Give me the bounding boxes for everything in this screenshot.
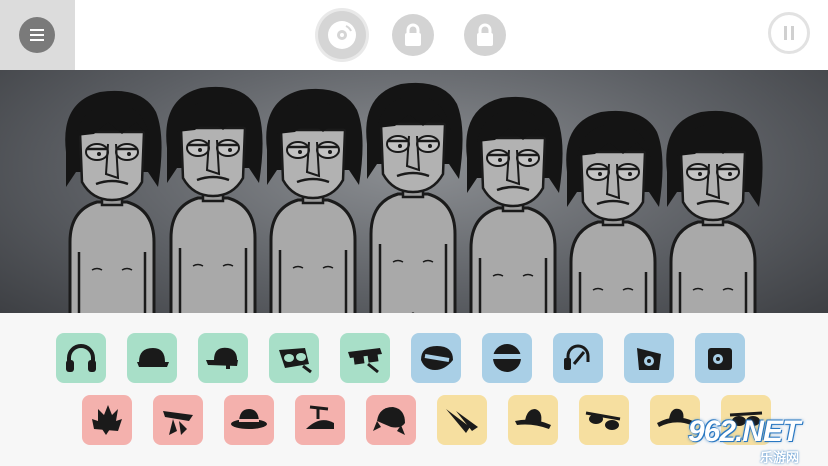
sound-icon-3d-glasses[interactable]	[340, 333, 390, 383]
sound-icon-feather[interactable]	[437, 395, 487, 445]
sound-icon-fedora[interactable]	[224, 395, 274, 445]
hamburger-icon	[30, 29, 44, 41]
top-bar	[0, 0, 828, 70]
performer[interactable]	[264, 87, 365, 313]
sound-icon-mask[interactable]	[482, 333, 532, 383]
performer[interactable]	[364, 81, 465, 313]
mask-icon	[493, 344, 521, 372]
sound-icon-straw-hat[interactable]	[508, 395, 558, 445]
goggles-icon	[279, 348, 312, 374]
sound-icon-propeller-hat[interactable]	[295, 395, 345, 445]
visor-icon	[421, 346, 453, 370]
sunglasses-icon	[585, 411, 621, 430]
cap-icon	[137, 348, 169, 367]
bonus-disc-button[interactable]	[318, 11, 366, 59]
pause-button[interactable]	[768, 12, 810, 54]
3d-glasses-icon	[348, 348, 382, 374]
sound-icon-headset[interactable]	[553, 333, 603, 383]
disc-icon	[328, 21, 356, 49]
sound-icon-goggles[interactable]	[269, 333, 319, 383]
stage	[0, 70, 828, 313]
lock-icon	[405, 23, 421, 46]
headphones-icon	[66, 344, 96, 372]
sound-icon-scarf[interactable]	[153, 395, 203, 445]
menu-area	[0, 0, 75, 70]
performer[interactable]	[564, 109, 665, 313]
spiky-hair-icon	[92, 405, 122, 435]
headset-icon	[564, 344, 590, 370]
scarf-icon	[163, 411, 193, 435]
performer[interactable]	[664, 109, 765, 313]
radio-icon	[708, 348, 732, 370]
lock-icon	[477, 23, 493, 46]
pause-icon	[784, 26, 794, 40]
feather-icon	[446, 409, 478, 433]
sound-icon-visor[interactable]	[411, 333, 461, 383]
sound-icon-radio[interactable]	[695, 333, 745, 383]
performer[interactable]	[464, 95, 565, 313]
sound-icon-cap[interactable]	[127, 333, 177, 383]
sound-icon-sunglasses[interactable]	[579, 395, 629, 445]
speaker-icon	[637, 348, 661, 370]
menu-button[interactable]	[19, 17, 55, 53]
watermark-main-text: 962.NET	[688, 415, 800, 448]
bandana-icon	[373, 407, 405, 435]
bonus-lock-1[interactable]	[392, 14, 434, 56]
bonus-lock-2[interactable]	[464, 14, 506, 56]
fedora-icon	[231, 409, 267, 429]
performer[interactable]	[164, 85, 265, 313]
sound-icon-cap[interactable]	[198, 333, 248, 383]
watermark-sub-text: 乐游网	[760, 450, 800, 465]
sound-icon-spiky-hair[interactable]	[82, 395, 132, 445]
straw-hat-icon	[515, 409, 551, 429]
watermark: 962.NET 乐游网	[682, 413, 828, 465]
cap-icon	[206, 347, 238, 369]
performers-layer	[63, 81, 765, 313]
sound-icon-speaker[interactable]	[624, 333, 674, 383]
propeller-hat-icon	[306, 405, 334, 429]
sound-icon-headphones[interactable]	[56, 333, 106, 383]
sound-icon-bandana[interactable]	[366, 395, 416, 445]
performer[interactable]	[63, 89, 164, 313]
